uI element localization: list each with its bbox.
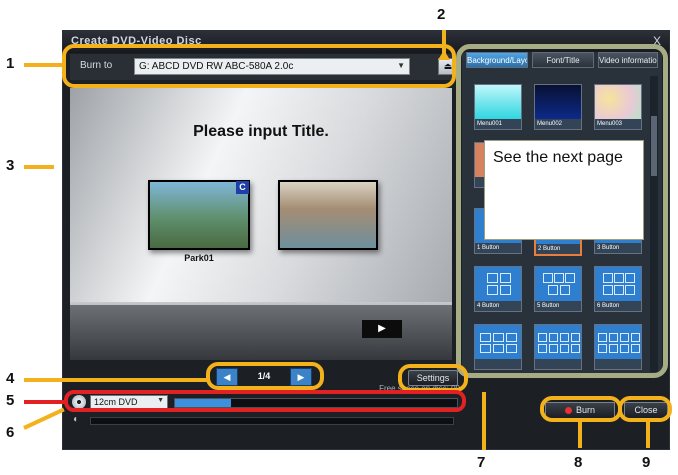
preview-thumbnail[interactable] xyxy=(278,180,378,250)
play-icon: ▶ xyxy=(378,323,386,334)
arrow-up-icon xyxy=(438,50,450,60)
callout-number-5: 5 xyxy=(6,392,15,409)
callout-number-8: 8 xyxy=(574,454,583,471)
callout-number-6: 6 xyxy=(6,424,15,441)
callout-frame-disc xyxy=(64,390,466,412)
callout-leader xyxy=(23,407,65,430)
play-button[interactable]: ▶ xyxy=(362,320,402,338)
callout-leader xyxy=(24,165,54,169)
callout-leader xyxy=(24,63,64,67)
chapter-badge: C xyxy=(236,181,249,194)
callout-frame-burn-bar xyxy=(62,44,456,88)
callout-number-3: 3 xyxy=(6,157,15,174)
callout-number-1: 1 xyxy=(6,55,15,72)
callout-frame-pager xyxy=(206,362,324,390)
callout-leader xyxy=(646,422,650,448)
thumbnail-caption: Park01 xyxy=(184,253,214,263)
speaker-icon: ◖ xyxy=(72,414,79,425)
menu-preview: Please input Title. C Park01 ▶ xyxy=(70,88,452,360)
callout-frame-close xyxy=(618,396,672,422)
callout-leader xyxy=(482,392,486,450)
burn-progress-row: ◖ xyxy=(70,414,460,426)
burn-progress-bar xyxy=(90,417,454,425)
preview-title[interactable]: Please input Title. xyxy=(70,123,452,141)
callout-leader xyxy=(24,400,66,404)
callout-leader xyxy=(578,422,582,448)
callout-frame-burn xyxy=(540,396,622,422)
callout-number-2: 2 xyxy=(437,6,446,23)
callout-number-7: 7 xyxy=(477,454,486,471)
callout-frame-panel xyxy=(456,44,668,378)
callout-frame-settings xyxy=(398,364,468,392)
preview-thumbnail[interactable]: C xyxy=(148,180,250,250)
callout-number-4: 4 xyxy=(6,370,15,387)
callout-number-9: 9 xyxy=(642,454,651,471)
callout-leader xyxy=(24,378,208,382)
